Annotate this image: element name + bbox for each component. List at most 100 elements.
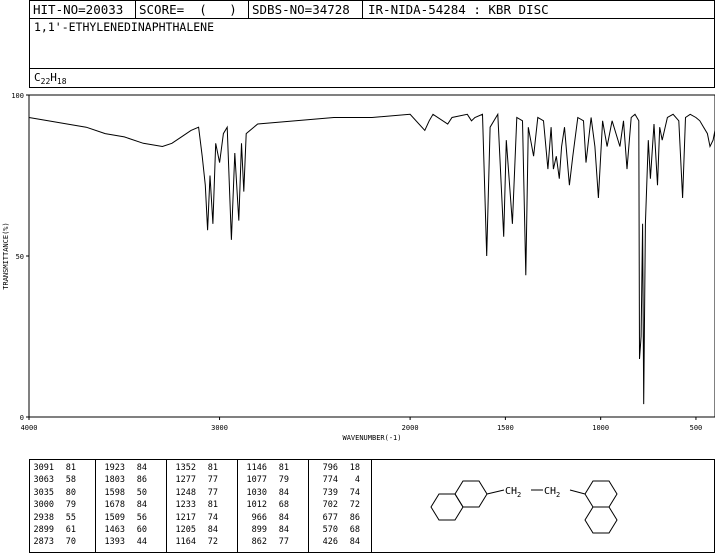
peak-transmittance: 81	[65, 463, 76, 473]
peak-transmittance: 80	[65, 487, 76, 498]
peak-wavenumber: 1803	[104, 475, 125, 486]
peak-transmittance: 84	[136, 463, 147, 473]
peak-wavenumber: 1012	[246, 500, 267, 511]
peak-transmittance: 74	[349, 487, 360, 498]
bond	[486, 489, 505, 495]
peak-row: 426 84	[314, 536, 360, 548]
peak-transmittance: 18	[349, 463, 360, 473]
peak-wavenumber: 862	[251, 537, 267, 548]
right-ch2-label: CH2	[544, 486, 560, 499]
peak-wavenumber: 1678	[104, 500, 125, 511]
peak-transmittance: 56	[136, 512, 147, 523]
peak-row: 1217 74	[172, 512, 218, 524]
peak-wavenumber: 1923	[104, 463, 125, 473]
peak-wavenumber: 1598	[104, 487, 125, 498]
peak-transmittance: 72	[207, 537, 218, 548]
peak-wavenumber: 2873	[33, 537, 54, 548]
peak-row: 1463 60	[101, 524, 147, 536]
peak-wavenumber: 966	[251, 512, 267, 523]
peak-table-divider	[166, 459, 167, 553]
peak-transmittance: 81	[207, 463, 218, 473]
peak-row: 1205 84	[172, 524, 218, 536]
peak-table-divider	[308, 459, 309, 553]
peak-column: 796 18 774 4 739 74 702 72 677 86 570 68 426 84	[314, 462, 360, 549]
peak-transmittance: 77	[207, 475, 218, 486]
x-tick-label: 3000	[211, 424, 228, 432]
peak-column: 1146 81 1077 79 1030 84 1012 68 966 84 899 84 862 77	[243, 462, 289, 549]
ir-spectrum-chart: 100500 4000 3000 2000 1500 1000 500 WAVENUMBE…	[2, 92, 715, 442]
peak-transmittance: 70	[65, 537, 76, 548]
peak-wavenumber: 3063	[33, 475, 54, 486]
peak-wavenumber: 1077	[246, 475, 267, 486]
peak-transmittance: 84	[207, 524, 218, 535]
peak-column: 3091 81 3063 58 3035 80 3000 79 2938 55 2899 61 2873…	[30, 462, 76, 549]
left-ring-a	[454, 480, 488, 508]
peak-wavenumber: 3035	[33, 487, 54, 498]
y-tick-label: 100	[11, 92, 24, 100]
peak-row: 1077 79	[243, 474, 289, 486]
peak-table-divider	[95, 459, 96, 553]
plot-frame	[28, 94, 715, 418]
peak-wavenumber: 1217	[175, 512, 196, 523]
peak-transmittance: 81	[278, 463, 289, 473]
right-ring-b	[584, 506, 618, 534]
peak-column: 1352 81 1277 77 1248 77 1233 81 1217 74 1205 84 1164…	[172, 462, 218, 549]
peak-row: 3091 81	[30, 462, 76, 474]
right-ring-a	[584, 480, 618, 508]
peak-transmittance: 50	[136, 487, 147, 498]
peak-row: 1598 50	[101, 487, 147, 499]
peak-wavenumber: 2899	[33, 524, 54, 535]
peak-row: 2899 61	[30, 524, 76, 536]
peak-row: 1164 72	[172, 536, 218, 548]
y-tick-label: 0	[20, 414, 24, 422]
peak-wavenumber: 1352	[175, 463, 196, 473]
peak-row: 774 4	[314, 474, 360, 486]
peak-wavenumber: 774	[322, 475, 338, 486]
peak-wavenumber: 702	[322, 500, 338, 511]
peak-wavenumber: 570	[322, 524, 338, 535]
peak-transmittance: 79	[278, 475, 289, 486]
peak-wavenumber: 1248	[175, 487, 196, 498]
peak-row: 966 84	[243, 512, 289, 524]
peak-row: 899 84	[243, 524, 289, 536]
peak-row: 702 72	[314, 499, 360, 511]
peak-row: 1352 81	[172, 462, 218, 474]
peak-wavenumber: 796	[322, 463, 338, 473]
peak-transmittance: 60	[136, 524, 147, 535]
peak-transmittance: 74	[207, 512, 218, 523]
left-ring-b	[430, 493, 464, 521]
peak-wavenumber: 2938	[33, 512, 54, 523]
peak-wavenumber: 1146	[246, 463, 267, 473]
peak-wavenumber: 1205	[175, 524, 196, 535]
peak-row: 3035 80	[30, 487, 76, 499]
x-tick-label: 2000	[402, 424, 419, 432]
peak-row: 1146 81	[243, 462, 289, 474]
peak-table-divider	[237, 459, 238, 553]
y-tick-label: 50	[16, 253, 24, 261]
x-tick-label: 1500	[497, 424, 514, 432]
peak-transmittance: 77	[278, 537, 289, 548]
peak-row: 862 77	[243, 536, 289, 548]
peak-transmittance: 84	[278, 512, 289, 523]
peak-transmittance: 84	[278, 487, 289, 498]
peak-row: 2938 55	[30, 512, 76, 524]
x-axis-label: WAVENUMBER(-1)	[342, 434, 401, 442]
peak-row: 796 18	[314, 462, 360, 474]
peak-wavenumber: 1277	[175, 475, 196, 486]
peak-transmittance: 84	[349, 537, 360, 548]
peak-row: 1248 77	[172, 487, 218, 499]
peak-transmittance: 79	[65, 500, 76, 511]
peak-transmittance: 86	[136, 475, 147, 486]
peak-wavenumber: 677	[322, 512, 338, 523]
left-ch2-label: CH2	[505, 486, 521, 499]
peak-wavenumber: 1233	[175, 500, 196, 511]
peak-transmittance: 84	[278, 524, 289, 535]
peak-transmittance: 4	[354, 475, 360, 486]
peak-transmittance: 68	[349, 524, 360, 535]
peak-transmittance: 84	[136, 500, 147, 511]
peak-transmittance: 58	[65, 475, 76, 486]
peak-wavenumber: 1463	[104, 524, 125, 535]
peak-transmittance: 61	[65, 524, 76, 535]
x-tick-label: 500	[690, 424, 703, 432]
peak-wavenumber: 3000	[33, 500, 54, 511]
